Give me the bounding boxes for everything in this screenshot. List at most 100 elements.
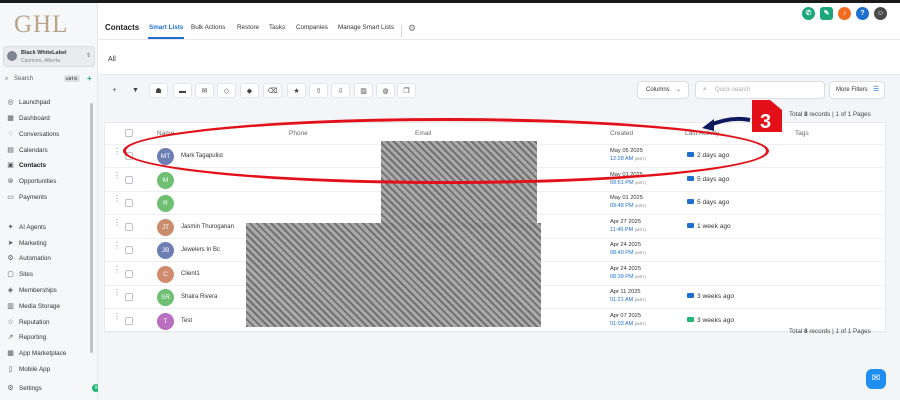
sidebar-item-media-storage[interactable]: ▥ Media Storage — [0, 300, 98, 314]
sidebar-item-label: Settings — [19, 385, 42, 392]
folder-icon: ▥ — [7, 303, 14, 310]
contact-name[interactable]: Test — [181, 318, 192, 324]
row-checkbox[interactable] — [125, 199, 133, 207]
calendar-icon: ▤ — [7, 147, 14, 154]
filter-icon[interactable]: ▼ — [126, 83, 145, 98]
export-icon[interactable]: ⇧ — [309, 83, 328, 98]
tab-smart-lists[interactable]: Smart Lists — [149, 24, 183, 31]
sidebar-item-conversations[interactable]: ◌ Conversations — [0, 128, 98, 142]
columns-dropdown[interactable]: Columns ⌄ — [637, 81, 689, 99]
sidebar-item-sites[interactable]: ▢ Sites — [0, 268, 98, 282]
sidebar-item-reputation[interactable]: ☆ Reputation — [0, 316, 98, 330]
tab-bulk-actions[interactable]: Bulk Actions — [191, 24, 225, 31]
column-header-tags[interactable]: Tags — [795, 130, 809, 137]
sidebar-item-mobile-app[interactable]: ▯ Mobile App — [0, 363, 98, 377]
contact-name[interactable]: Client1 — [181, 271, 200, 277]
notifications-bell-icon[interactable]: ♪ — [838, 7, 851, 20]
star-icon[interactable]: ★ — [287, 83, 306, 98]
tag-add-icon[interactable]: ◇ — [217, 83, 236, 98]
row-drag-handle-icon[interactable]: ⋮ — [113, 218, 121, 226]
sidebar-search[interactable]: ⌕ Search ctrl K + — [3, 74, 95, 86]
row-checkbox[interactable] — [125, 246, 133, 254]
import-icon[interactable]: ⇩ — [331, 83, 350, 98]
account-switcher[interactable]: Black WhiteLabel Canmore, Alberta ⇕ — [3, 46, 95, 67]
phone-icon[interactable]: ✆ — [802, 7, 815, 20]
sidebar-item-calendars[interactable]: ▤ Calendars — [0, 144, 98, 158]
row-checkbox[interactable] — [125, 316, 133, 325]
quick-add-icon[interactable]: + — [87, 74, 92, 83]
contact-avatar[interactable]: C — [157, 265, 174, 283]
contact-avatar[interactable]: T — [157, 312, 174, 330]
sliders-icon: ☰ — [873, 86, 880, 93]
sidebar-item-payments[interactable]: ▭ Payments — [0, 191, 98, 205]
timezone-label: (MST) — [635, 273, 647, 279]
add-contact-icon[interactable]: + — [105, 83, 124, 98]
sidebar-item-settings[interactable]: ⚙ Settings — [0, 382, 98, 396]
total-count: 8 — [804, 111, 808, 118]
created-time-value: 08:40 PM — [610, 250, 634, 256]
sidebar-item-app-marketplace[interactable]: ▦ App Marketplace — [0, 347, 98, 361]
tab-manage-smart-lists[interactable]: Manage Smart Lists — [338, 24, 394, 31]
row-checkbox[interactable] — [125, 175, 133, 184]
sidebar-item-automation[interactable]: ⚙ Automation — [0, 252, 98, 266]
sidebar-item-opportunities[interactable]: ⊛ Opportunities — [0, 175, 98, 189]
sidebar-item-reporting[interactable]: ↗ Reporting — [0, 331, 98, 345]
whatsapp-icon[interactable]: ◍ — [376, 83, 395, 98]
copy-icon[interactable]: ❐ — [397, 83, 416, 98]
sidebar-item-marketing[interactable]: ➤ Marketing — [0, 237, 98, 251]
contact-name[interactable]: Jewelers In Bc — [181, 247, 220, 253]
sidebar-item-memberships[interactable]: ◈ Memberships — [0, 284, 98, 298]
sidebar-item-contacts[interactable]: ▣ Contacts — [0, 159, 98, 173]
sidebar-scrollbar[interactable] — [90, 103, 93, 353]
message-icon[interactable]: ▬ — [173, 83, 192, 98]
help-question-icon[interactable]: ? — [856, 7, 869, 20]
row-checkbox[interactable] — [125, 293, 133, 301]
report-icon[interactable]: ▥ — [354, 83, 373, 98]
automation-bot-icon[interactable]: ☗ — [149, 83, 168, 98]
total-prefix: Total — [789, 111, 803, 118]
settings-gear-icon[interactable]: ⚙ — [408, 23, 416, 34]
user-avatar[interactable]: ☺ — [874, 7, 887, 20]
funnel-icon: ⊛ — [7, 178, 14, 185]
search-icon: ⌕ — [5, 76, 9, 82]
row-drag-handle-icon[interactable]: ⋮ — [113, 195, 121, 203]
tab-restore[interactable]: Restore — [237, 24, 259, 31]
sidebar-item-ai-agents[interactable]: ✦ AI Agents — [0, 221, 98, 235]
contact-avatar[interactable]: M — [157, 171, 174, 189]
quick-search-input[interactable]: ⌕ Quick search — [695, 81, 825, 99]
sidebar-item-label: Marketing — [19, 240, 47, 247]
row-drag-handle-icon[interactable]: ⋮ — [113, 289, 121, 297]
more-filters-button[interactable]: More Filters ☰ — [829, 81, 885, 99]
sidebar-item-label: Conversations — [19, 131, 60, 138]
sidebar-item-label: Payments — [19, 194, 47, 201]
contact-name[interactable]: Shaira Rivera — [181, 294, 217, 300]
row-checkbox[interactable] — [125, 269, 133, 278]
sidebar-item-dashboard[interactable]: ▦ Dashboard — [0, 112, 98, 126]
contact-name[interactable]: Jasmin Thuroganan — [181, 224, 234, 230]
chat-help-icon[interactable]: ✉ — [866, 369, 886, 389]
delete-icon[interactable]: ⌫ — [263, 83, 282, 98]
contact-avatar[interactable]: JT — [157, 218, 174, 236]
sidebar-item-label: Sites — [19, 271, 33, 278]
contact-avatar[interactable]: R — [157, 195, 174, 212]
tag-remove-icon[interactable]: ◆ — [240, 83, 259, 98]
tab-companies[interactable]: Companies — [296, 24, 328, 31]
contact-avatar[interactable]: JB — [157, 242, 174, 259]
row-drag-handle-icon[interactable]: ⋮ — [113, 242, 121, 250]
notes-icon[interactable]: ✎ — [820, 7, 833, 20]
tab-tasks[interactable]: Tasks — [269, 24, 285, 31]
sidebar-item-launchpad[interactable]: ◎ Launchpad — [0, 96, 98, 110]
created-time-value: 09:48 PM — [610, 203, 634, 209]
row-drag-handle-icon[interactable]: ⋮ — [113, 312, 121, 320]
active-tab-indicator — [148, 37, 184, 39]
email-icon[interactable]: ✉ — [195, 83, 214, 98]
select-all-checkbox[interactable] — [125, 129, 133, 137]
row-checkbox[interactable] — [125, 222, 133, 231]
subtab-all[interactable]: All — [108, 56, 116, 63]
row-drag-handle-icon[interactable]: ⋮ — [113, 171, 121, 179]
row-drag-handle-icon[interactable]: ⋮ — [113, 265, 121, 273]
contact-avatar[interactable]: SR — [157, 289, 174, 306]
send-icon: ➤ — [7, 240, 14, 247]
row-drag-handle-icon[interactable]: ⋮ — [113, 148, 121, 156]
created-time: 08:40 PM (MST) — [610, 250, 646, 256]
